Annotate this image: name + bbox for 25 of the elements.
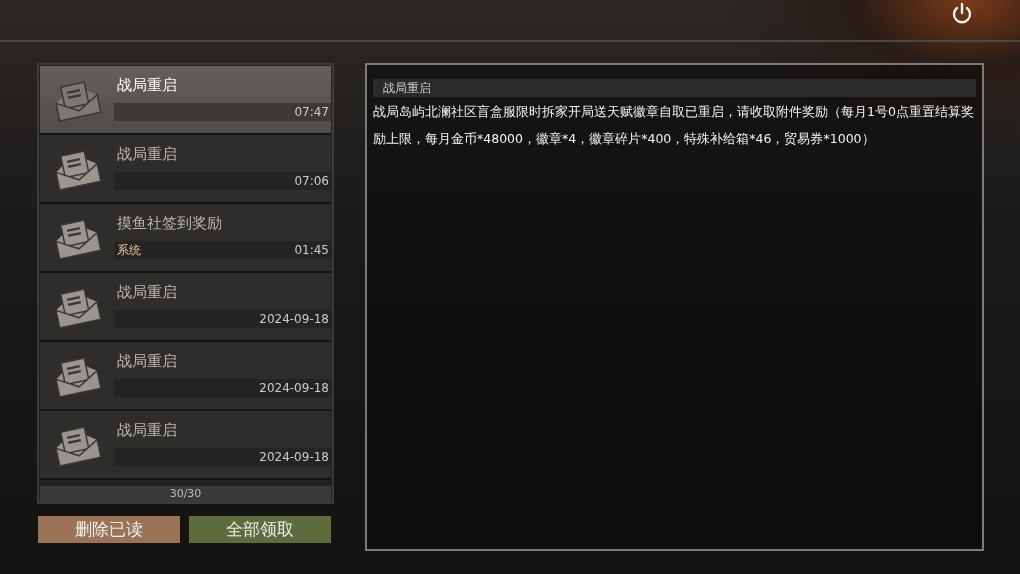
claim-all-button[interactable]: 全部领取 — [189, 516, 331, 543]
mail-item[interactable]: 战局重启 2024-09-18 — [40, 273, 331, 342]
mail-item[interactable]: 战局重启 07:06 — [40, 135, 331, 204]
mail-detail-title: 战局重启 — [373, 79, 976, 97]
mail-title: 战局重启 — [117, 282, 177, 303]
mail-time: 01:45 — [294, 241, 329, 259]
mail-title: 战局重启 — [117, 144, 177, 165]
mail-item[interactable]: 战局重启 07:47 — [40, 66, 331, 135]
mail-sender: 系统 — [116, 241, 141, 259]
mail-count: 30/30 — [40, 486, 331, 502]
mail-title: 战局重启 — [117, 75, 177, 96]
mail-title: 战局重启 — [117, 420, 177, 441]
mail-time: 2024-09-18 — [259, 310, 329, 328]
mail-item[interactable]: 战局重启 2024-09-18 — [40, 411, 331, 480]
mail-item[interactable]: 摸鱼社签到奖励 系统 01:45 — [40, 204, 331, 273]
mail-time: 07:06 — [294, 172, 329, 190]
mail-time: 2024-09-18 — [259, 448, 329, 466]
mail-item[interactable]: 战局重启 2024-09-18 — [40, 342, 331, 411]
power-icon[interactable] — [950, 2, 974, 26]
mail-body-text: 战局岛屿北澜社区盲盒服限时拆家开局送天赋徽章自取已重启，请收取附件奖励（每月1号0点重置结算奖励上限，每月金币*48000，徽章*4，徽章碎片*400，特殊补给箱*46，贸易券*1000） — [373, 103, 975, 148]
mail-time: 2024-09-18 — [259, 379, 329, 397]
mail-title: 战局重启 — [117, 351, 177, 372]
mail-time: 07:47 — [294, 103, 329, 121]
delete-read-button[interactable]: 删除已读 — [38, 516, 180, 543]
mail-title: 摸鱼社签到奖励 — [117, 213, 222, 234]
